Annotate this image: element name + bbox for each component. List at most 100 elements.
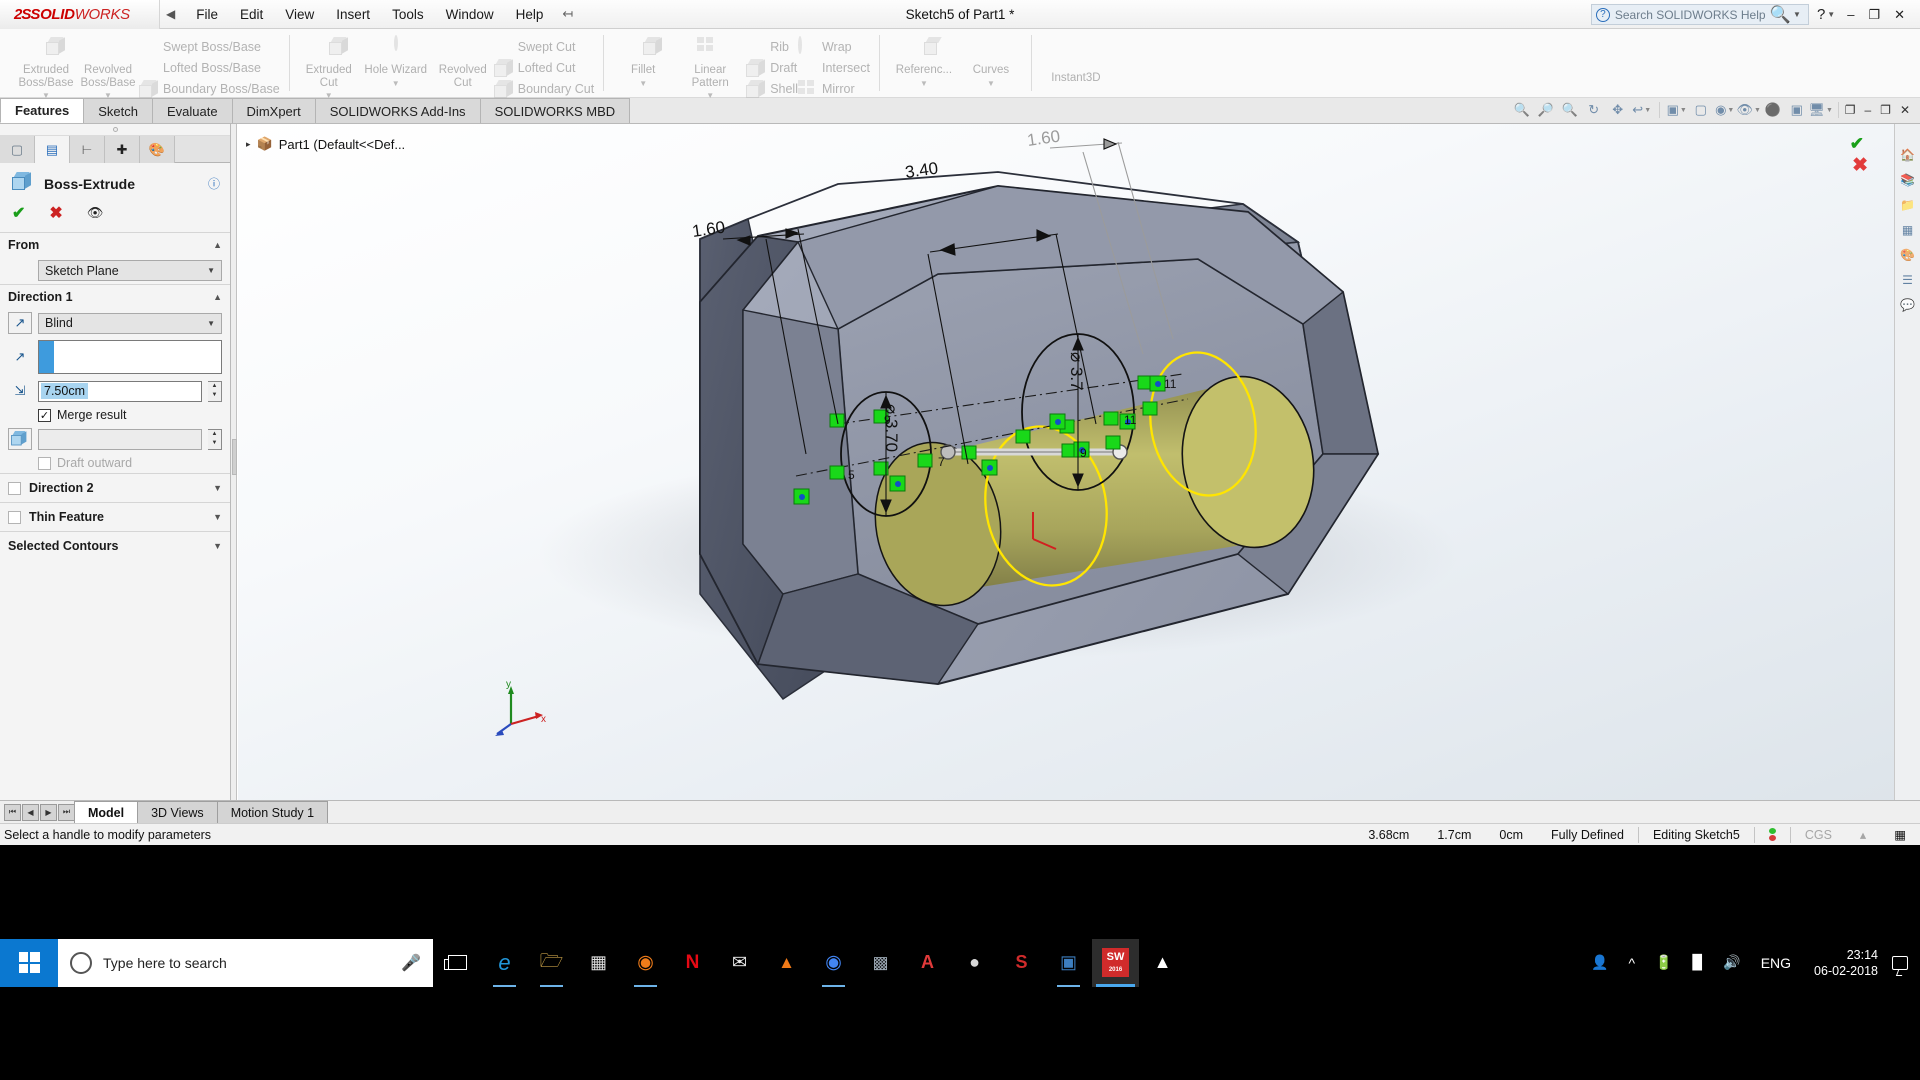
intersect-button[interactable]: Intersect	[798, 57, 870, 78]
minimize-button[interactable]: –	[1840, 7, 1861, 22]
chevron-down-icon[interactable]: ▼	[207, 319, 215, 328]
last-tab-button[interactable]: ⏭	[58, 804, 75, 821]
section-header-from[interactable]: From ▲	[0, 232, 230, 257]
menu-file[interactable]: File	[185, 3, 229, 26]
rib-button[interactable]: Rib	[746, 36, 798, 57]
close-button[interactable]: ✕	[1887, 7, 1912, 23]
chevron-down-icon[interactable]: ▼	[213, 512, 222, 522]
first-tab-button[interactable]: ⏮	[4, 804, 21, 821]
draft-button[interactable]: Draft	[746, 57, 798, 78]
solidworks-forum-icon[interactable]: 💬	[1898, 296, 1917, 313]
edge-icon[interactable]: e	[481, 939, 528, 987]
doc-close-button[interactable]: ✕	[1900, 103, 1910, 117]
tab-features[interactable]: Features	[0, 98, 84, 123]
chevron-down-icon[interactable]: ▼	[987, 78, 995, 91]
solidworks-resources-icon[interactable]: 🏠	[1898, 146, 1917, 163]
battery-icon[interactable]: 🔋	[1646, 954, 1681, 971]
windows-start-icon[interactable]	[0, 939, 58, 987]
mirror-button[interactable]: Mirror	[798, 78, 870, 99]
from-condition-select[interactable]: Sketch Plane ▼	[38, 260, 222, 281]
merge-result-checkbox[interactable]: ✓	[38, 409, 51, 422]
panel-grip-handle[interactable]	[0, 124, 230, 136]
lofted-boss-base-button[interactable]: Lofted Boss/Base	[139, 57, 280, 78]
solidworks-taskbar-icon[interactable]: SW2016	[1092, 939, 1139, 987]
restore-button[interactable]: ❐	[1861, 7, 1887, 23]
chevron-down-icon[interactable]: ▼	[392, 78, 400, 91]
chevron-down-icon[interactable]: ▼	[207, 266, 215, 275]
file-explorer-icon[interactable]: 📁	[1898, 196, 1917, 213]
chrome-icon[interactable]: ◉	[810, 939, 857, 987]
chevron-down-icon[interactable]: ▼	[1793, 10, 1801, 19]
graphics-viewport[interactable]: 1.60 3.40 1.60 ⌀ 3.70 ⌀ 3.7 5 7 9 9 11 1…	[238, 124, 1920, 800]
bottom-tab-motion-study[interactable]: Motion Study 1	[217, 801, 328, 823]
chevron-down-icon[interactable]: ▼	[920, 78, 928, 91]
apply-scene-icon[interactable]: ▣	[1786, 100, 1808, 120]
section-header-selected-contours[interactable]: Selected Contours ▼	[0, 531, 230, 560]
vlc-icon[interactable]: ▲	[763, 939, 810, 987]
doc-minimize-button[interactable]: –	[1864, 103, 1871, 117]
wrap-button[interactable]: Wrap	[798, 36, 870, 57]
draft-outward-row[interactable]: Draft outward	[0, 453, 230, 473]
view-palette-icon[interactable]: ▦	[1898, 221, 1917, 238]
zoom-to-fit-icon[interactable]: 🔍	[1511, 100, 1533, 120]
merge-result-row[interactable]: ✓ Merge result	[0, 405, 230, 425]
unit-system[interactable]: CGS	[1790, 827, 1846, 843]
menu-help[interactable]: Help	[505, 3, 555, 26]
accept-button[interactable]: ✔	[12, 203, 25, 223]
app12-icon[interactable]: S	[998, 939, 1045, 987]
bottom-tab-model[interactable]: Model	[74, 801, 138, 823]
hole-wizard-button[interactable]: Hole Wizard ▼	[360, 31, 432, 90]
revolved-boss-base-button[interactable]: RevolvedBoss/Base ▼	[77, 31, 139, 103]
rotate-view-icon[interactable]: ↻	[1583, 100, 1605, 120]
help-chevron-down-icon[interactable]: ▼	[1827, 10, 1835, 19]
menu-insert[interactable]: Insert	[325, 3, 381, 26]
tab-solidworks-mbd[interactable]: SOLIDWORKS MBD	[480, 98, 631, 123]
microsoft-store-icon[interactable]: ▦	[575, 939, 622, 987]
app11-icon[interactable]: ●	[951, 939, 998, 987]
eye-icon[interactable]: 👁	[87, 205, 104, 221]
unit-caret-icon[interactable]: ▴	[1846, 827, 1880, 843]
task-view-icon[interactable]	[433, 955, 481, 970]
solidworks-logo[interactable]: 2S SOLID WORKS	[0, 0, 160, 29]
view-settings-icon[interactable]: 🖥▼	[1810, 100, 1832, 120]
section-view-icon[interactable]: ▣▼	[1666, 100, 1688, 120]
speaker-icon[interactable]: 🔊	[1714, 954, 1749, 971]
autocad-icon[interactable]: A	[904, 939, 951, 987]
previous-view-icon[interactable]: ↩▼	[1631, 100, 1653, 120]
draft-outward-checkbox[interactable]	[38, 457, 51, 470]
appearances-scenes-icon[interactable]: 🎨	[1898, 246, 1917, 263]
chevron-up-icon[interactable]: ^	[1619, 955, 1644, 971]
layers-icon[interactable]: ▦	[1880, 827, 1920, 843]
app13-icon[interactable]: ▣	[1045, 939, 1092, 987]
microphone-icon[interactable]: 🎤	[401, 953, 421, 973]
next-tab-button[interactable]: ▶	[40, 804, 57, 821]
help-button[interactable]: ?	[1817, 6, 1825, 23]
chevron-up-icon[interactable]: ▲	[213, 292, 222, 302]
boundary-cut-button[interactable]: Boundary Cut	[494, 78, 594, 99]
menu-view[interactable]: View	[274, 3, 325, 26]
hide-show-items-icon[interactable]: 👁▼	[1738, 100, 1760, 120]
extruded-cut-button[interactable]: ExtrudedCut ▼	[298, 31, 360, 103]
confirm-check-icon[interactable]: ✔	[1850, 134, 1864, 154]
depth-stepper[interactable]: ▲▼	[208, 381, 222, 402]
pan-icon[interactable]: ✥	[1607, 100, 1629, 120]
confirm-x-icon[interactable]: ✖	[1852, 154, 1868, 177]
zoom-to-area-icon[interactable]: 🔎	[1535, 100, 1557, 120]
section-header-thin-feature[interactable]: Thin Feature ▼	[0, 502, 230, 531]
direction2-checkbox[interactable]	[8, 482, 21, 495]
prev-tab-button[interactable]: ◀	[22, 804, 39, 821]
reference-geometry-button[interactable]: Referenc... ▼	[888, 31, 960, 90]
bottom-tab-3d-views[interactable]: 3D Views	[137, 801, 218, 823]
swept-cut-button[interactable]: Swept Cut	[494, 36, 594, 57]
mail-icon[interactable]: ✉	[716, 939, 763, 987]
tree-expander[interactable]: ▸	[246, 139, 251, 150]
menu-collapse-icon[interactable]: ◀	[166, 7, 175, 21]
feature-tree-root-label[interactable]: Part1 (Default<<Def...	[279, 137, 405, 152]
tab-sketch[interactable]: Sketch	[83, 98, 153, 123]
lofted-cut-button[interactable]: Lofted Cut	[494, 57, 594, 78]
photos-icon[interactable]: ▲	[1139, 939, 1186, 987]
revolved-cut-button[interactable]: RevolvedCut	[432, 31, 494, 89]
end-condition-select[interactable]: Blind ▼	[38, 313, 222, 334]
thin-feature-checkbox[interactable]	[8, 511, 21, 524]
search-input[interactable]: Search SOLIDWORKS Help	[1615, 8, 1770, 22]
